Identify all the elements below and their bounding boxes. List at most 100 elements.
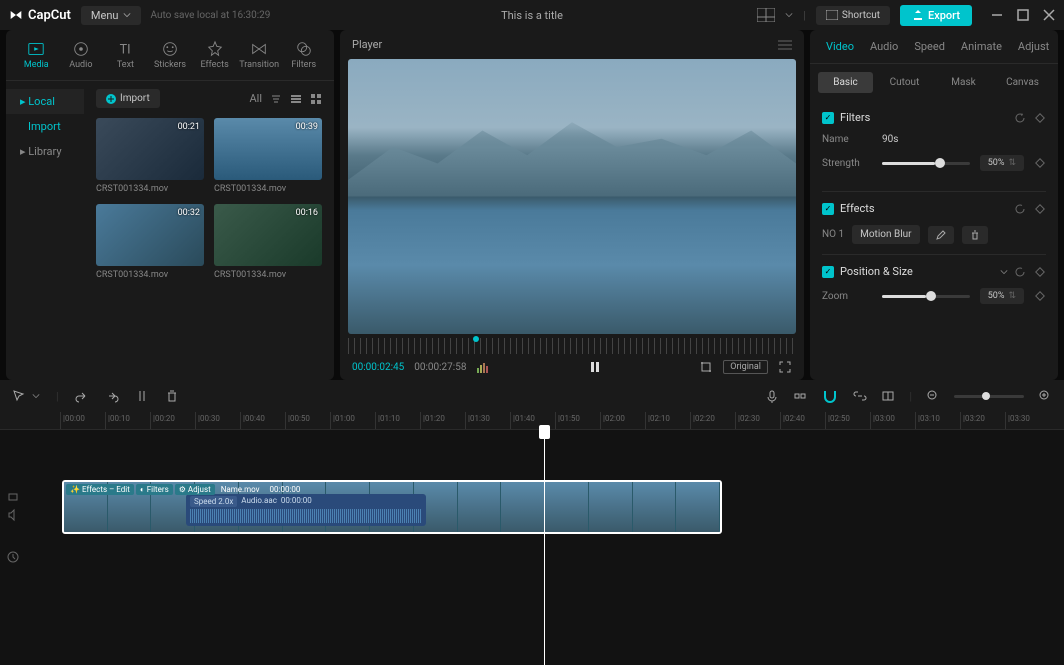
maximize-button[interactable] [1016,8,1030,22]
undo-button[interactable] [75,389,89,403]
audio-clip[interactable]: Speed 2.0x Audio.aac 00:00:00 [186,494,426,526]
zoom-in-button[interactable] [1038,389,1052,403]
tab-adjust[interactable]: Adjust [1010,30,1057,63]
sidebar-item-import[interactable]: Import [6,114,84,139]
position-size-section: ✓ Position & Size Zoom 50%⇅ [822,254,1046,324]
media-item[interactable]: 00:21CRST001334.mov [96,118,204,194]
tab-video[interactable]: Video [818,30,862,63]
pencil-icon [936,230,946,240]
redo-button[interactable] [105,389,119,403]
list-view-icon[interactable] [290,93,302,105]
preview-icon[interactable] [881,389,895,403]
mute-track-icon[interactable] [6,508,20,522]
player-scrubber[interactable] [348,338,796,354]
tab-audio[interactable]: Audio [59,36,104,74]
chevron-down-icon[interactable] [32,392,40,400]
plus-icon [106,94,116,104]
clip-badge-filters[interactable]: ◐ Filters [136,484,173,495]
project-title[interactable]: This is a title [501,9,563,22]
sidebar-item-library[interactable]: ▸ Library [6,139,84,164]
reset-icon[interactable] [1014,203,1026,215]
media-item[interactable]: 00:16CRST001334.mov [214,204,322,280]
tab-text[interactable]: TIText [103,36,148,74]
audio-levels-icon[interactable] [476,360,490,374]
tab-speed[interactable]: Speed [906,30,953,63]
snap-icon[interactable] [793,389,807,403]
menu-button[interactable]: Menu [81,6,141,25]
tab-stickers[interactable]: Stickers [148,36,193,74]
delete-button[interactable] [165,389,179,403]
effects-section: ✓ Effects NO 1 Motion Blur [822,191,1046,254]
chevron-down-icon[interactable] [785,11,793,19]
select-tool[interactable] [12,389,26,403]
tab-filters[interactable]: Filters [281,36,326,74]
keyframe-icon[interactable] [1034,266,1046,278]
zoom-slider[interactable] [882,295,970,298]
clock-icon[interactable] [6,550,20,564]
lock-track-icon[interactable] [6,488,20,502]
subtab-canvas[interactable]: Canvas [995,72,1050,93]
fullscreen-icon[interactable] [778,360,792,374]
tab-transition[interactable]: Transition [237,36,282,74]
subtab-basic[interactable]: Basic [818,72,873,93]
strength-value[interactable]: 50%⇅ [980,155,1024,171]
pause-button[interactable] [588,360,602,374]
chevron-down-icon [123,11,131,19]
sidebar-item-local[interactable]: ▸ Local [6,89,84,114]
edit-effect-button[interactable] [928,226,954,244]
tab-animate[interactable]: Animate [953,30,1010,63]
filter-all[interactable]: All [249,92,262,105]
keyframe-icon[interactable] [1034,112,1046,124]
keyframe-icon[interactable] [1034,203,1046,215]
tool-tabs: Media Audio TIText Stickers Effects Tran… [6,30,334,81]
media-icon [27,40,45,58]
effects-checkbox[interactable]: ✓ [822,203,834,215]
filters-checkbox[interactable]: ✓ [822,112,834,124]
tab-audio-props[interactable]: Audio [862,30,906,63]
export-button[interactable]: Export [900,5,972,26]
video-preview[interactable] [348,59,796,334]
clip-badge-effects[interactable]: ✨ Effects – Edit [66,484,134,495]
svg-text:TI: TI [120,43,131,58]
audio-name: Audio.aac [241,496,277,507]
media-item[interactable]: 00:32CRST001334.mov [96,204,204,280]
aspect-ratio-button[interactable]: Original [723,360,768,374]
minimize-button[interactable] [990,8,1004,22]
position-checkbox[interactable]: ✓ [822,266,834,278]
crop-icon[interactable] [699,360,713,374]
import-button[interactable]: Import [96,89,160,108]
media-item[interactable]: 00:39CRST001334.mov [214,118,322,194]
layout-panel-icon[interactable] [757,8,775,22]
grid-view-icon[interactable] [310,93,322,105]
mic-icon[interactable] [765,389,779,403]
split-button[interactable] [135,389,149,403]
reset-icon[interactable] [1014,112,1026,124]
timeline-toolbar: | | [0,380,1064,412]
clip-badge-adjust[interactable]: ⚙ Adjust [175,484,215,495]
playhead[interactable] [544,430,545,665]
player-menu-icon[interactable] [778,40,792,50]
reset-icon[interactable] [1014,266,1026,278]
audio-duration: 00:00:00 [281,496,312,507]
delete-effect-button[interactable] [962,226,988,244]
current-timecode: 00:00:02:45 [352,362,404,373]
strength-slider[interactable] [882,162,970,165]
tab-effects[interactable]: Effects [192,36,237,74]
shortcut-button[interactable]: Shortcut [816,6,890,25]
magnet-icon[interactable] [821,389,839,403]
timeline-ruler[interactable]: |00:00 |00:10 |00:20 |00:30 |00:40 |00:5… [0,412,1064,430]
keyframe-icon[interactable] [1034,290,1046,302]
sort-icon[interactable] [270,93,282,105]
chevron-down-icon[interactable] [1000,268,1008,276]
link-icon[interactable] [853,389,867,403]
zoom-slider[interactable] [954,395,1024,398]
subtab-mask[interactable]: Mask [936,72,991,93]
zoom-value[interactable]: 50%⇅ [980,288,1024,304]
close-button[interactable] [1042,8,1056,22]
autosave-status: Auto save local at 16:30:29 [151,10,271,21]
subtab-cutout[interactable]: Cutout [877,72,932,93]
tab-media[interactable]: Media [14,36,59,74]
timeline-tracks[interactable]: ✨ Effects – Edit ◐ Filters ⚙ Adjust Name… [0,430,1064,665]
zoom-out-button[interactable] [926,389,940,403]
keyframe-icon[interactable] [1034,157,1046,169]
